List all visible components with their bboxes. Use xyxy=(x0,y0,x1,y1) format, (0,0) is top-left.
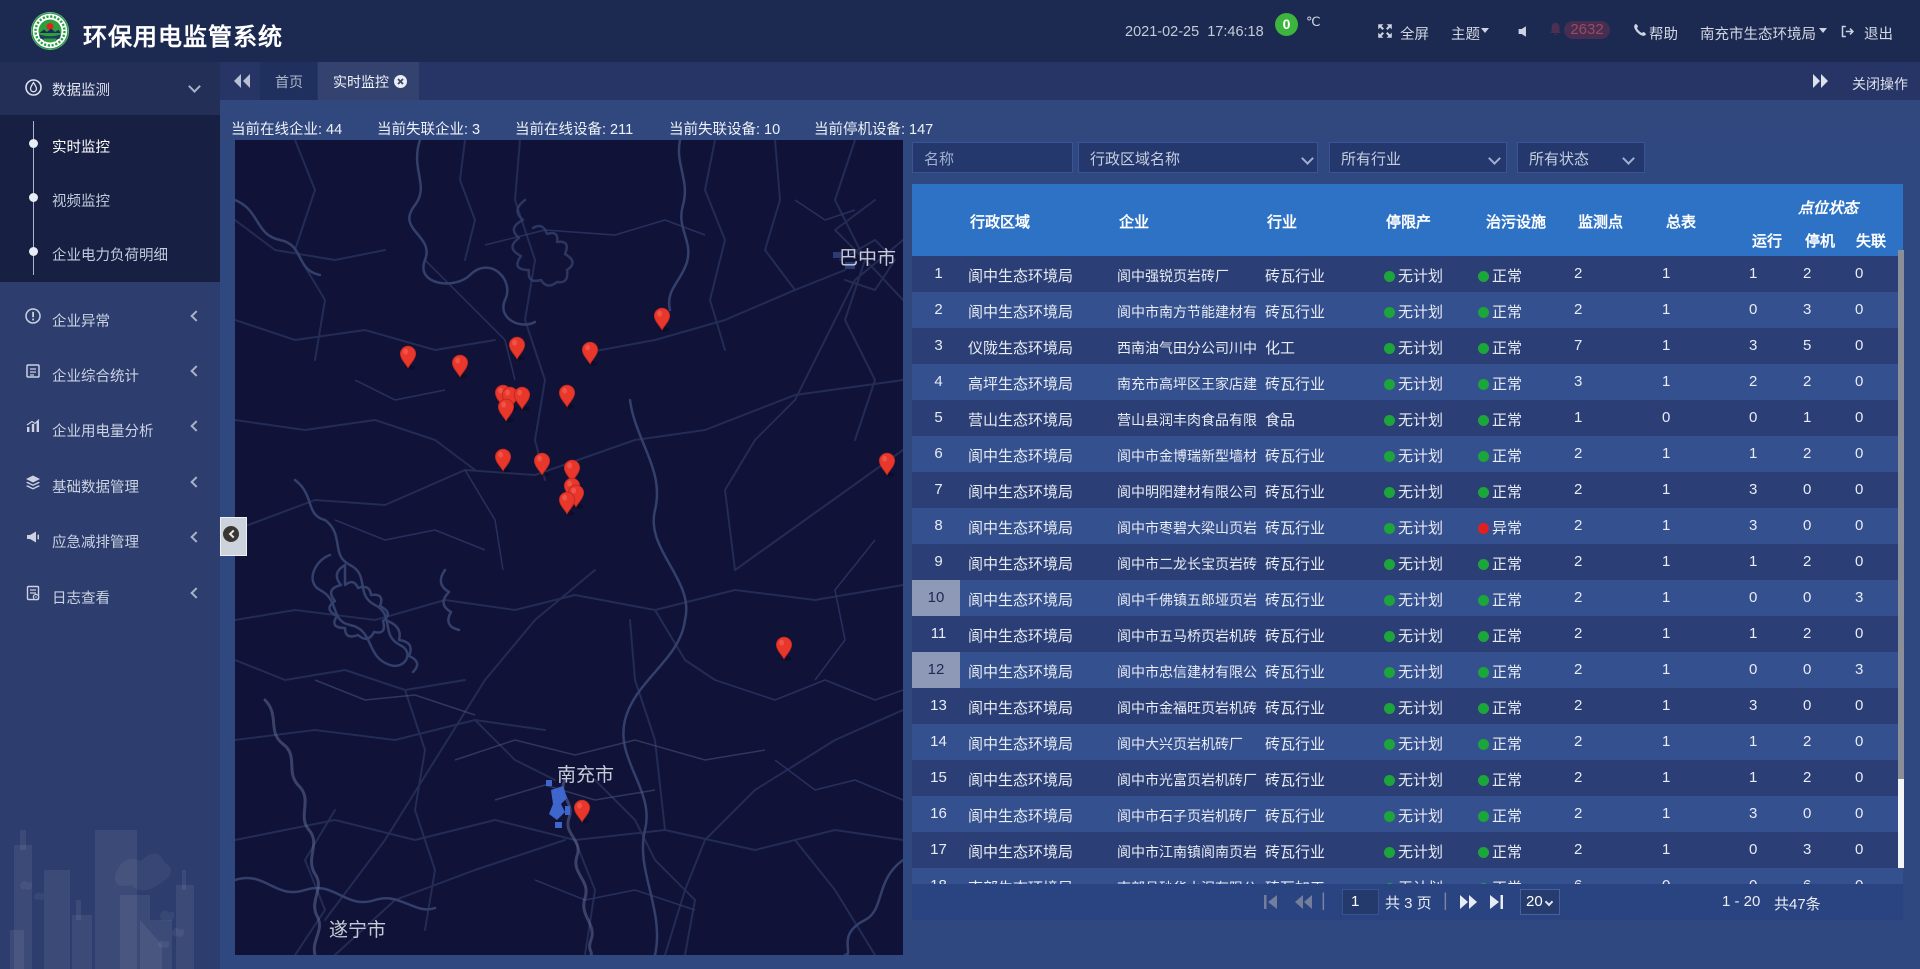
svg-text:遂宁市: 遂宁市 xyxy=(329,919,386,941)
svg-text:巴中市: 巴中市 xyxy=(839,247,896,269)
svg-text:南充市: 南充市 xyxy=(557,764,614,786)
